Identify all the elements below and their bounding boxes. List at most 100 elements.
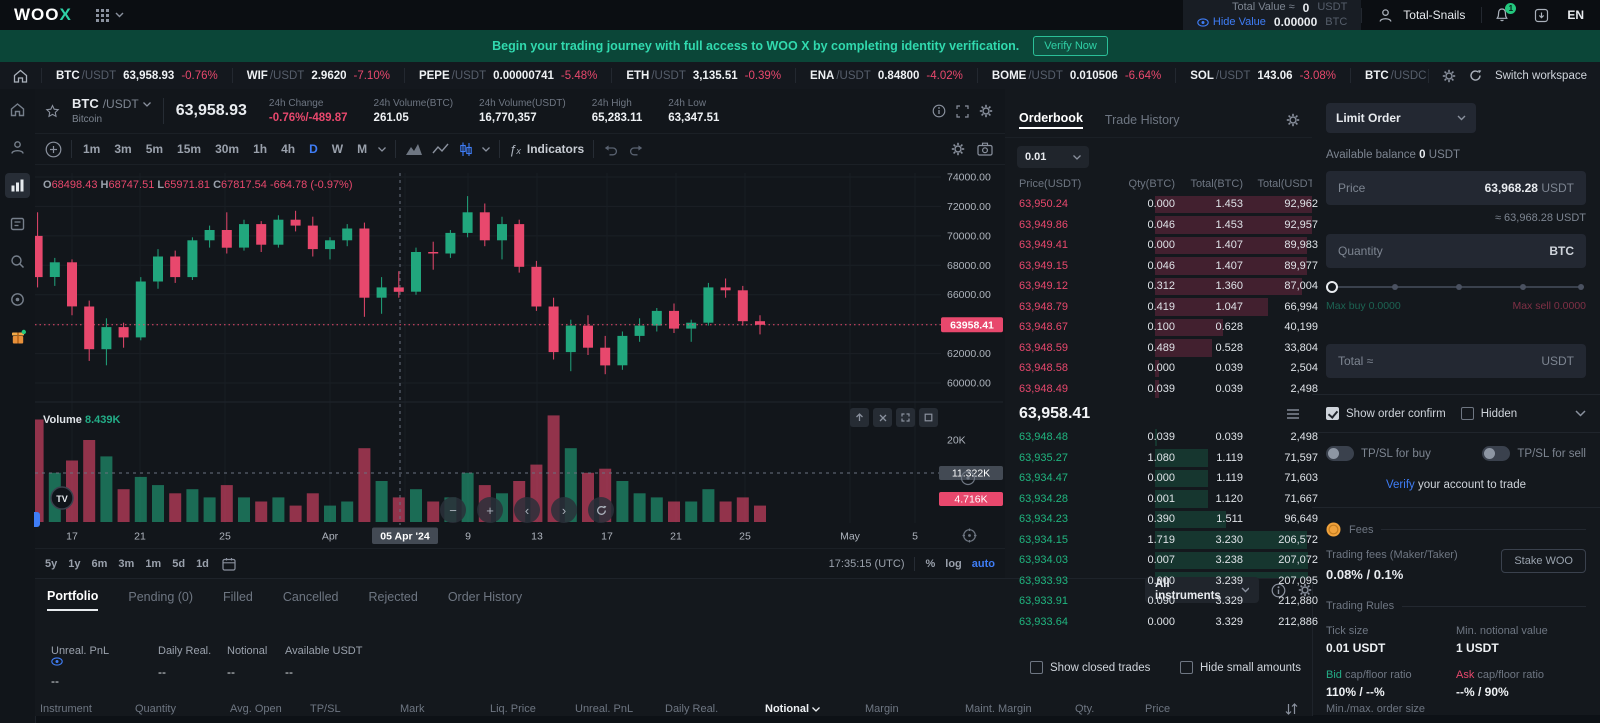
indicators-button[interactable]: ƒx Indicators [509, 142, 584, 157]
orderbook-row[interactable]: 63,948.590.4890.52833,804 [1005, 338, 1312, 359]
timeframe-1m[interactable]: 1m [81, 142, 102, 156]
timeframe-3m[interactable]: 3m [112, 142, 133, 156]
orderbook-row[interactable]: 63,949.860.0461.45392,957 [1005, 215, 1312, 236]
orderbook-row[interactable]: 63,934.151.7193.230206,572 [1005, 530, 1312, 551]
quantity-slider[interactable] [1326, 286, 1586, 288]
tab-trade-history[interactable]: Trade History [1105, 113, 1180, 129]
tab-pending-0-[interactable]: Pending (0) [128, 590, 193, 610]
price-input[interactable]: Price 63,968.28 USDT [1326, 171, 1586, 205]
undo-icon[interactable] [603, 142, 619, 157]
redo-icon[interactable] [628, 142, 644, 157]
column-sort-icon[interactable] [1285, 703, 1298, 715]
timeframe-4h[interactable]: 4h [279, 142, 297, 156]
account-menu[interactable]: Total-Snails [1361, 8, 1481, 23]
order-type-select[interactable]: Limit Order [1326, 103, 1476, 133]
download-app-button[interactable] [1522, 8, 1561, 23]
show-closed-trades-checkbox[interactable] [1030, 661, 1043, 674]
timeframe-30m[interactable]: 30m [213, 142, 241, 156]
orderbook-row[interactable]: 63,935.271.0801.11971,597 [1005, 448, 1312, 469]
orderbook-row[interactable]: 63,934.470.0001.11971,603 [1005, 468, 1312, 489]
tpsl-sell-toggle[interactable] [1482, 446, 1510, 461]
quantity-input[interactable]: Quantity BTC [1326, 234, 1586, 268]
drawing-handle[interactable] [34, 512, 40, 527]
switch-workspace-button[interactable]: Switch workspace [1495, 70, 1587, 82]
tpsl-buy-toggle[interactable] [1326, 446, 1354, 461]
candle-chart-icon[interactable] [459, 142, 473, 157]
timeframe-1h[interactable]: 1h [251, 142, 269, 156]
pane-maximize-icon[interactable] [896, 408, 915, 427]
timeframe-D[interactable]: D [307, 142, 320, 156]
timeframe-M[interactable]: M [355, 142, 369, 156]
auto-scale-button[interactable]: auto [972, 558, 995, 570]
language-selector[interactable]: EN [1561, 8, 1600, 22]
refresh-icon[interactable] [1469, 69, 1482, 82]
tab-portfolio[interactable]: Portfolio [47, 589, 98, 611]
range-1d[interactable]: 1d [196, 558, 209, 570]
zoom-out-button[interactable]: − [440, 497, 466, 523]
range-1m[interactable]: 1m [145, 558, 161, 570]
camera-icon[interactable] [977, 142, 993, 156]
price-grouping-select[interactable]: 0.01 [1017, 146, 1089, 168]
area-chart-icon[interactable] [405, 142, 423, 156]
line-chart-icon[interactable] [432, 143, 450, 155]
timeframe-5m[interactable]: 5m [144, 142, 165, 156]
scroll-left-button[interactable]: ‹ [514, 497, 540, 523]
ticker-item[interactable]: SOL/USDT143.06-3.08% [1175, 68, 1350, 83]
range-5d[interactable]: 5d [172, 558, 185, 570]
candlestick-chart[interactable]: 74000.0072000.0070000.0068000.0066000.00… [35, 165, 1005, 548]
orderbook-layout-icon[interactable] [1286, 408, 1300, 420]
timezone-target-icon[interactable] [962, 528, 977, 543]
sidebar-item-explore[interactable] [5, 249, 30, 274]
ticker-settings-icon[interactable] [1442, 69, 1456, 83]
chart-settings-icon[interactable] [979, 104, 993, 118]
orderbook-row[interactable]: 63,948.580.0000.0392,504 [1005, 358, 1312, 379]
chart-clock[interactable]: 17:35:15 (UTC) [829, 558, 905, 570]
sidebar-item-rewards[interactable] [5, 287, 30, 312]
ticker-item[interactable]: BTC/USDC63,944.10-0.77% [1350, 68, 1428, 83]
tab-filled[interactable]: Filled [223, 590, 253, 610]
sidebar-item-profile[interactable] [5, 135, 30, 160]
orderbook-row[interactable]: 63,949.150.0461.40789,977 [1005, 256, 1312, 277]
expand-icon[interactable] [956, 105, 969, 118]
ticker-item[interactable]: WIF/USDT2.9620-7.10% [232, 68, 404, 83]
more-timeframes-icon[interactable] [378, 147, 386, 152]
ticker-item[interactable]: PEPE/USDT0.00000741-5.48% [404, 68, 611, 83]
collapse-chevron-icon[interactable] [1575, 410, 1586, 417]
range-5y[interactable]: 5y [45, 558, 57, 570]
orderbook-row[interactable]: 63,950.240.0001.45392,962 [1005, 194, 1312, 215]
ticker-item[interactable]: ENA/USDT0.84800-4.02% [795, 68, 977, 83]
show-order-confirm-checkbox[interactable] [1326, 407, 1339, 420]
notifications-button[interactable]: 1 [1481, 7, 1522, 23]
symbol-selector[interactable]: BTC/USDT Bitcoin [72, 97, 151, 124]
tab-order-history[interactable]: Order History [448, 590, 522, 610]
pane-move-up-icon[interactable] [850, 408, 869, 427]
tab-cancelled[interactable]: Cancelled [283, 590, 339, 610]
tab-orderbook[interactable]: Orderbook [1019, 111, 1083, 129]
percent-scale-button[interactable]: % [925, 558, 935, 570]
slider-knob[interactable] [1326, 281, 1338, 293]
orderbook-row[interactable]: 63,948.490.0390.0392,498 [1005, 379, 1312, 400]
orderbook-row[interactable]: 63,934.230.3901.51196,649 [1005, 509, 1312, 530]
timeframe-W[interactable]: W [330, 142, 345, 156]
ticker-item[interactable]: ETH/USDT3,135.51-0.39% [611, 68, 795, 83]
chart-type-chevron-icon[interactable] [482, 147, 490, 152]
sidebar-item-markets[interactable] [5, 173, 30, 198]
orderbook-row[interactable]: 63,948.480.0390.0392,498 [1005, 427, 1312, 448]
pane-restore-icon[interactable] [919, 408, 938, 427]
zoom-in-button[interactable]: + [477, 497, 503, 523]
go-to-date-icon[interactable] [222, 557, 236, 571]
scroll-to-realtime-icon[interactable] [960, 470, 976, 486]
pane-close-icon[interactable] [873, 408, 892, 427]
add-symbol-icon[interactable] [45, 141, 62, 158]
tab-rejected[interactable]: Rejected [368, 590, 417, 610]
range-1y[interactable]: 1y [68, 558, 80, 570]
home-icon[interactable] [0, 69, 41, 83]
log-scale-button[interactable]: log [945, 558, 962, 570]
hide-value-toggle[interactable]: Hide Value [1197, 16, 1266, 29]
sidebar-item-gift[interactable] [5, 325, 30, 350]
chart-preferences-gear-icon[interactable] [951, 142, 965, 156]
woo-x-logo[interactable]: WOOX [14, 5, 72, 25]
verify-now-button[interactable]: Verify Now [1033, 36, 1108, 56]
hide-small-amounts-checkbox[interactable] [1180, 661, 1193, 674]
orderbook-row[interactable]: 63,948.670.1000.62840,199 [1005, 317, 1312, 338]
